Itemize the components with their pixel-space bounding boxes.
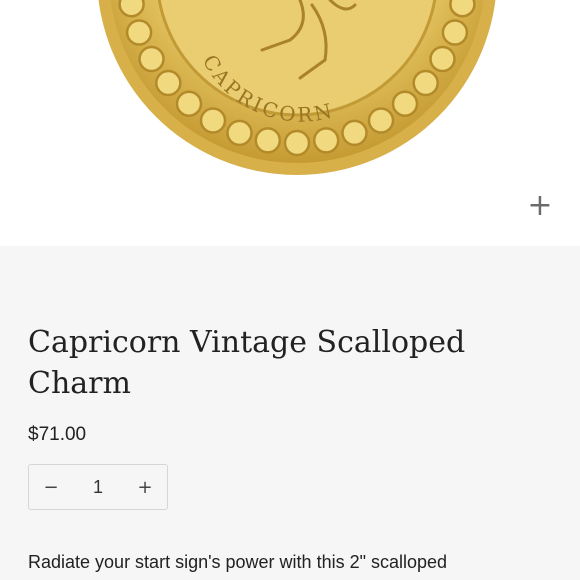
charm-scallop-bead xyxy=(312,127,340,154)
charm-scallop-bead xyxy=(412,69,439,97)
charm-scallop-bead xyxy=(341,119,368,147)
charm-scallop-bead xyxy=(125,19,153,46)
capricorn-charm-image: CAPRICORN xyxy=(98,0,496,175)
quantity-increment-button[interactable]: + xyxy=(123,465,167,509)
charm-scallop-bead xyxy=(199,107,227,134)
charm-scallop-bead xyxy=(254,127,282,154)
charm-scallop-bead xyxy=(449,0,476,18)
charm-scallop-bead xyxy=(367,107,395,134)
charm-scallop-bead xyxy=(226,119,253,147)
charm-scallop-bead xyxy=(155,69,182,97)
quantity-stepper: − + xyxy=(28,464,168,510)
product-price: $71.00 xyxy=(28,424,87,445)
charm-scallop-bead xyxy=(429,45,456,73)
charm-scallop-bead xyxy=(441,19,469,46)
charm-scallop-bead xyxy=(175,90,203,117)
charm-scallop-bead xyxy=(391,90,419,117)
quantity-decrement-button[interactable]: − xyxy=(29,465,73,509)
product-description: Radiate your start sign's power with thi… xyxy=(28,552,448,572)
charm-scallop-bead xyxy=(138,45,165,73)
charm-scallop-bead xyxy=(283,129,311,157)
charm-scallop-bead xyxy=(118,0,145,18)
product-image[interactable]: CAPRICORN + xyxy=(0,0,580,246)
product-title: Capricorn Vintage Scalloped Charm xyxy=(28,325,466,401)
quantity-input[interactable] xyxy=(73,475,123,499)
zoom-plus-icon[interactable]: + xyxy=(524,190,556,222)
